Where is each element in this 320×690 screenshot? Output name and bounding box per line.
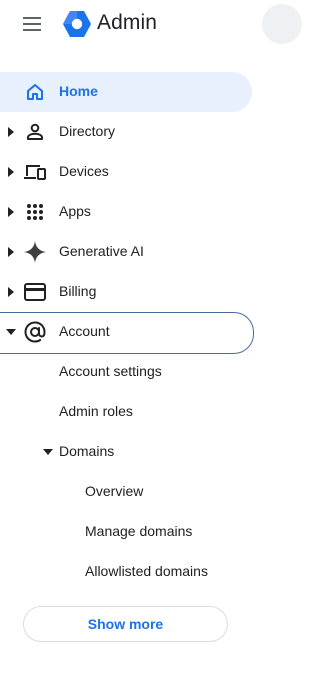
app-title: Admin [97, 11, 158, 34]
expand-caret-icon[interactable] [6, 127, 16, 137]
sidebar-item-label: Manage domains [85, 523, 193, 539]
apps-grid-icon [24, 201, 46, 223]
sidebar-item-account[interactable]: Account [0, 312, 254, 354]
account-avatar[interactable] [262, 4, 302, 44]
sidebar-item-label: Admin roles [59, 403, 133, 419]
sidebar-item-label: Directory [59, 123, 116, 139]
person-icon [24, 121, 46, 143]
sidebar-item-apps[interactable]: Apps [0, 192, 272, 232]
sidebar-item-label: Devices [59, 163, 109, 179]
expand-caret-icon[interactable] [6, 167, 16, 177]
sidebar-item-label: Domains [59, 443, 115, 459]
sidebar-item-label: Apps [59, 203, 91, 219]
admin-logo-icon[interactable] [62, 10, 92, 38]
expand-caret-icon[interactable] [6, 207, 16, 217]
sidebar-item-account-settings[interactable]: Account settings [0, 352, 272, 392]
sidebar-item-label: Allowlisted domains [85, 563, 208, 579]
home-icon [24, 81, 46, 103]
sidebar-item-manage-domains[interactable]: Manage domains [0, 512, 272, 552]
at-sign-icon [24, 321, 46, 343]
sidebar-item-label: Billing [59, 283, 97, 299]
credit-card-icon [24, 281, 46, 303]
sidebar-item-billing[interactable]: Billing [0, 272, 272, 312]
sidebar-item-label: Overview [85, 483, 144, 499]
sidebar-item-directory[interactable]: Directory [0, 112, 272, 152]
sidebar-item-home[interactable]: Home [0, 72, 252, 112]
sidebar-nav: Home Directory Devices Apps Generative A… [0, 72, 272, 592]
sidebar-item-domains[interactable]: Domains [0, 432, 272, 472]
sidebar-item-label: Generative AI [59, 243, 144, 259]
sidebar-item-label: Home [59, 83, 98, 99]
sparkle-icon [24, 241, 46, 263]
sidebar-item-allowlisted-domains[interactable]: Allowlisted domains [0, 552, 272, 592]
sidebar-item-admin-roles[interactable]: Admin roles [0, 392, 272, 432]
sidebar-item-overview[interactable]: Overview [0, 472, 272, 512]
expand-caret-icon[interactable] [6, 247, 16, 257]
expand-caret-icon[interactable] [6, 287, 16, 297]
hamburger-menu-icon [23, 17, 41, 31]
devices-icon [24, 161, 46, 183]
collapse-caret-icon[interactable] [6, 327, 16, 337]
sidebar-item-label: Account settings [59, 363, 162, 379]
main-menu-button[interactable] [16, 8, 48, 40]
show-more-button[interactable]: Show more [23, 606, 228, 642]
collapse-caret-icon[interactable] [43, 447, 53, 457]
show-more-label: Show more [87, 616, 164, 632]
app-header: Admin [0, 0, 302, 48]
sidebar-item-label: Account [59, 323, 110, 339]
sidebar-item-generative-ai[interactable]: Generative AI [0, 232, 272, 272]
sidebar-item-devices[interactable]: Devices [0, 152, 272, 192]
